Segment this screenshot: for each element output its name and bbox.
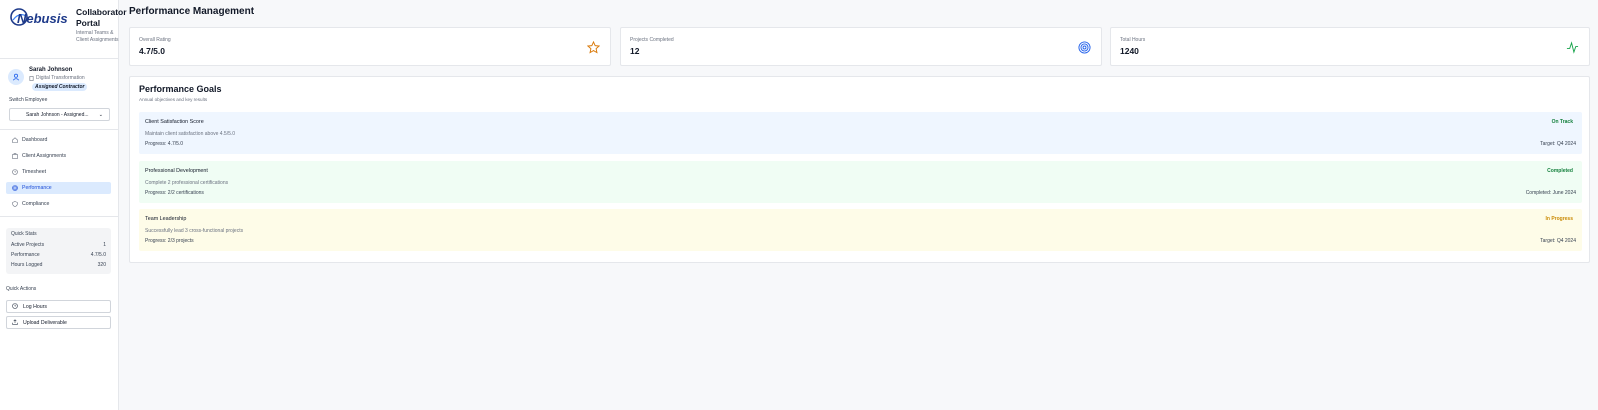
page-title: Performance Management [129, 6, 255, 17]
sidebar-item-label: Compliance [22, 201, 50, 207]
portal-title: Collaborator Portal [76, 7, 127, 28]
avatar [8, 69, 24, 85]
role-badge: Assigned Contractor [32, 83, 88, 91]
stat-row: Hours Logged 320 [11, 260, 106, 270]
chevron-down-icon: ⌄ [98, 111, 103, 118]
stat-label: Performance [11, 252, 40, 258]
metric-label: Total Hours [1120, 37, 1146, 43]
briefcase-icon [11, 153, 18, 160]
goal-status-badge: On Track [1551, 119, 1573, 125]
target-icon [11, 185, 18, 192]
divider [0, 129, 119, 130]
stat-value: 1 [103, 242, 106, 248]
sidebar-item-compliance[interactable]: Compliance [6, 198, 111, 210]
goal-status-badge: In Progress [1545, 216, 1573, 222]
goal-progress: Progress: 4.7/5.0 [145, 141, 184, 147]
divider [0, 216, 119, 217]
switch-employee-select[interactable]: Sarah Johnson - Assigned... ⌄ [9, 108, 110, 121]
star-icon [587, 41, 600, 54]
target-icon [1078, 41, 1091, 54]
goal-progress: Progress: 2/2 certifications [145, 190, 204, 196]
stat-value: 4.7/5.0 [90, 252, 106, 258]
sidebar-item-label: Dashboard [22, 137, 48, 143]
quick-stats-title: Quick Stats [11, 231, 37, 237]
sidebar-item-timesheet[interactable]: Timesheet [6, 166, 111, 178]
user-icon [12, 73, 20, 81]
goal-description: Successfully lead 3 cross-functional pro… [145, 228, 244, 234]
sidebar-item-label: Performance [22, 185, 52, 191]
sidebar-item-dashboard[interactable]: Dashboard [6, 134, 111, 146]
goals-title: Performance Goals [139, 84, 222, 94]
upload-deliverable-label: Upload Deliverable [23, 319, 67, 326]
metric-card-projects-completed: Projects Completed 12 [620, 27, 1102, 66]
goals-subtitle: Annual objectives and key results [139, 97, 208, 102]
goal-name: Team Leadership [145, 216, 187, 222]
divider [0, 58, 119, 59]
building-icon [29, 75, 34, 81]
goal-description: Complete 2 professional certifications [145, 180, 229, 186]
metric-label: Projects Completed [630, 37, 674, 43]
log-hours-label: Log Hours [23, 303, 47, 310]
activity-icon [1566, 41, 1579, 54]
home-icon [11, 137, 18, 144]
stat-label: Active Projects [11, 242, 45, 248]
quick-actions-title: Quick Actions [6, 286, 37, 292]
shield-icon [11, 201, 18, 208]
goal-description: Maintain client satisfaction above 4.5/5… [145, 131, 236, 137]
goal-item-team-leadership: Team Leadership In Progress Successfully… [139, 209, 1582, 251]
upload-icon [12, 318, 18, 327]
goal-progress: Progress: 2/3 projects [145, 238, 194, 244]
goal-target: Target: Q4 2024 [1540, 141, 1576, 147]
goal-item-client-satisfaction: Client Satisfaction Score On Track Maint… [139, 112, 1582, 154]
sidebar-item-label: Client Assignments [22, 153, 67, 159]
stat-row: Performance 4.7/5.0 [11, 250, 106, 260]
goal-target: Target: Q4 2024 [1540, 238, 1576, 244]
brand: Nebusis Collaborator Portal Internal Tea… [8, 5, 127, 55]
metric-label: Overall Rating [139, 37, 171, 43]
metric-card-total-hours: Total Hours 1240 [1110, 27, 1590, 66]
stat-row: Active Projects 1 [11, 240, 106, 250]
user-name: Sarah Johnson [29, 67, 73, 73]
clock-icon [12, 302, 18, 311]
metric-card-overall-rating: Overall Rating 4.7/5.0 [129, 27, 611, 66]
performance-goals-card: Performance Goals Annual objectives and … [129, 76, 1590, 263]
svg-text:Nebusis: Nebusis [17, 11, 68, 26]
goal-status-badge: Completed [1547, 168, 1573, 174]
nebusis-logo: Nebusis [10, 8, 68, 26]
portal-subtitle: Internal Teams & Client Assignments [76, 30, 119, 44]
metric-value: 4.7/5.0 [139, 46, 165, 56]
metric-value: 12 [630, 46, 640, 56]
goal-name: Client Satisfaction Score [145, 119, 204, 125]
log-hours-button[interactable]: Log Hours [6, 300, 111, 313]
quick-stats-panel: Quick Stats Active Projects 1 Performanc… [6, 228, 111, 274]
sidebar-item-client-assignments[interactable]: Client Assignments [6, 150, 111, 162]
clock-icon [11, 169, 18, 176]
sidebar-item-performance[interactable]: Performance [6, 182, 111, 194]
sidebar: Nebusis Collaborator Portal Internal Tea… [0, 0, 127, 410]
stat-label: Hours Logged [11, 262, 43, 268]
user-department: Digital Transformation [29, 75, 85, 81]
metric-value: 1240 [1120, 46, 1139, 56]
stat-value: 320 [97, 262, 106, 268]
goal-target: Completed: June 2024 [1525, 190, 1576, 196]
upload-deliverable-button[interactable]: Upload Deliverable [6, 316, 111, 329]
goal-name: Professional Development [145, 168, 208, 174]
user-card: Sarah Johnson Digital Transformation Ass… [8, 66, 116, 92]
goal-item-professional-development: Professional Development Completed Compl… [139, 161, 1582, 203]
switch-employee-label: Switch Employee [9, 97, 48, 103]
sidebar-item-label: Timesheet [22, 169, 47, 175]
department-label: Digital Transformation [36, 75, 85, 81]
switch-employee-value: Sarah Johnson - Assigned... [26, 111, 89, 118]
